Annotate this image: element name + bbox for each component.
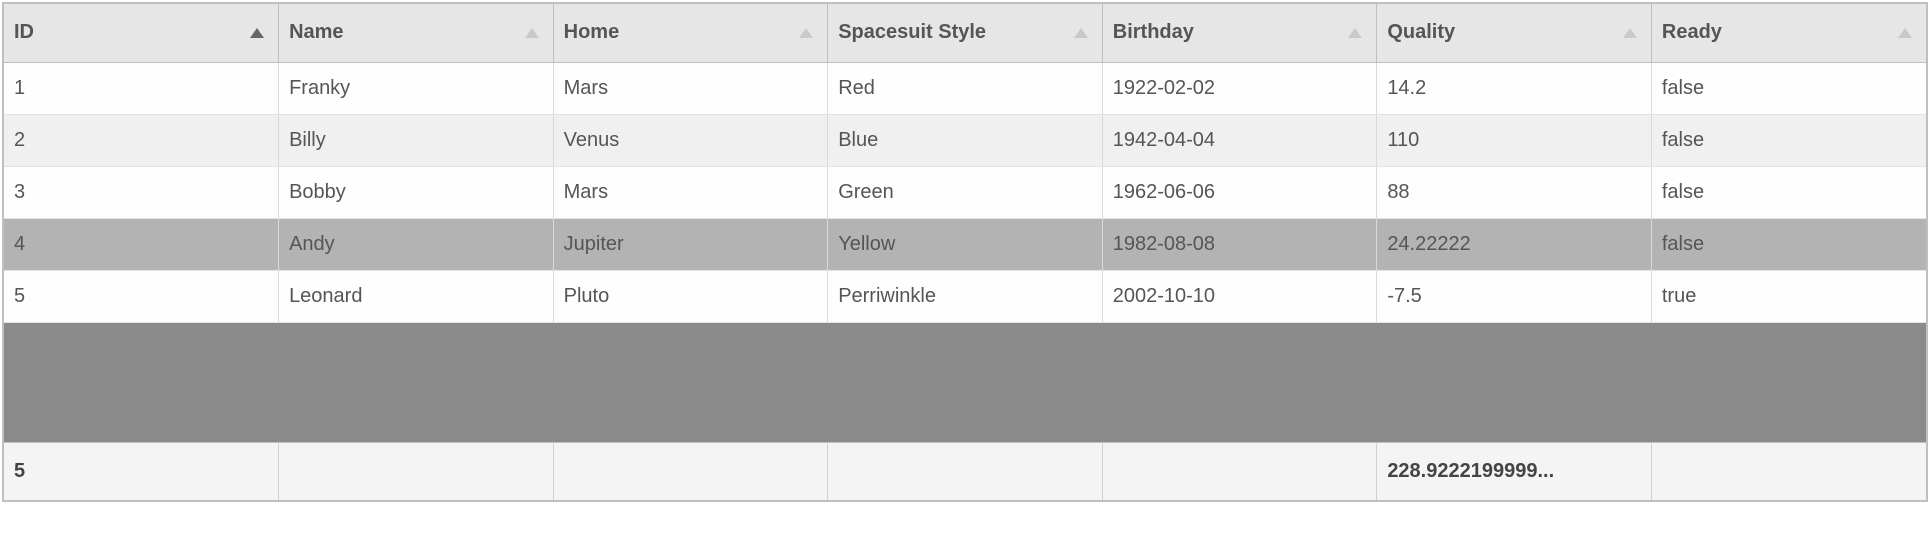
cell-birthday[interactable]: 2002-10-10 xyxy=(1102,270,1377,322)
column-header-home[interactable]: Home xyxy=(553,4,828,62)
column-header-quality[interactable]: Quality xyxy=(1377,4,1652,62)
cell-spacesuit[interactable]: Yellow xyxy=(828,218,1103,270)
footer-blank xyxy=(828,442,1103,500)
sort-asc-icon xyxy=(1898,28,1912,38)
cell-spacesuit[interactable]: Perriwinkle xyxy=(828,270,1103,322)
cell-quality[interactable]: 88 xyxy=(1377,166,1652,218)
cell-home[interactable]: Venus xyxy=(553,114,828,166)
cell-home[interactable]: Mars xyxy=(553,166,828,218)
cell-ready[interactable]: false xyxy=(1651,62,1926,114)
cell-home[interactable]: Pluto xyxy=(553,270,828,322)
cell-ready[interactable]: false xyxy=(1651,218,1926,270)
cell-quality[interactable]: -7.5 xyxy=(1377,270,1652,322)
cell-name[interactable]: Bobby xyxy=(279,166,554,218)
cell-spacesuit[interactable]: Green xyxy=(828,166,1103,218)
cell-birthday[interactable]: 1922-02-02 xyxy=(1102,62,1377,114)
footer-count: 5 xyxy=(4,442,279,500)
cell-ready[interactable]: true xyxy=(1651,270,1926,322)
footer-row: 5 228.9222199999... xyxy=(4,442,1926,500)
column-header-ready[interactable]: Ready xyxy=(1651,4,1926,62)
footer-blank xyxy=(1651,442,1926,500)
empty-area xyxy=(4,322,1926,442)
cell-birthday[interactable]: 1942-04-04 xyxy=(1102,114,1377,166)
sort-asc-icon xyxy=(250,28,264,38)
header-row: ID Name Home xyxy=(4,4,1926,62)
cell-id[interactable]: 5 xyxy=(4,270,279,322)
column-label: Spacesuit Style xyxy=(838,21,986,43)
footer-sum-quality: 228.9222199999... xyxy=(1377,442,1652,500)
cell-ready[interactable]: false xyxy=(1651,114,1926,166)
cell-birthday[interactable]: 1982-08-08 xyxy=(1102,218,1377,270)
footer-blank xyxy=(1102,442,1377,500)
cell-name[interactable]: Franky xyxy=(279,62,554,114)
column-header-id[interactable]: ID xyxy=(4,4,279,62)
table-row[interactable]: 1 Franky Mars Red 1922-02-02 14.2 false xyxy=(4,62,1926,114)
cell-quality[interactable]: 24.22222 xyxy=(1377,218,1652,270)
cell-name[interactable]: Billy xyxy=(279,114,554,166)
column-header-spacesuit-style[interactable]: Spacesuit Style xyxy=(828,4,1103,62)
table-row[interactable]: 5 Leonard Pluto Perriwinkle 2002-10-10 -… xyxy=(4,270,1926,322)
cell-birthday[interactable]: 1962-06-06 xyxy=(1102,166,1377,218)
column-label: Name xyxy=(289,21,343,43)
sort-asc-icon xyxy=(799,28,813,38)
column-label: Birthday xyxy=(1113,21,1194,43)
cell-id[interactable]: 2 xyxy=(4,114,279,166)
sort-asc-icon xyxy=(525,28,539,38)
table-row[interactable]: 3 Bobby Mars Green 1962-06-06 88 false xyxy=(4,166,1926,218)
cell-spacesuit[interactable]: Red xyxy=(828,62,1103,114)
cell-quality[interactable]: 14.2 xyxy=(1377,62,1652,114)
table-row-selected[interactable]: 4 Andy Jupiter Yellow 1982-08-08 24.2222… xyxy=(4,218,1926,270)
cell-spacesuit[interactable]: Blue xyxy=(828,114,1103,166)
footer-blank xyxy=(279,442,554,500)
cell-home[interactable]: Mars xyxy=(553,62,828,114)
table-row[interactable]: 2 Billy Venus Blue 1942-04-04 110 false xyxy=(4,114,1926,166)
column-label: Ready xyxy=(1662,21,1722,43)
sort-asc-icon xyxy=(1074,28,1088,38)
cell-id[interactable]: 4 xyxy=(4,218,279,270)
footer-blank xyxy=(553,442,828,500)
cell-id[interactable]: 1 xyxy=(4,62,279,114)
column-label: Quality xyxy=(1387,21,1455,43)
column-header-name[interactable]: Name xyxy=(279,4,554,62)
data-grid: ID Name Home xyxy=(2,2,1928,502)
cell-id[interactable]: 3 xyxy=(4,166,279,218)
column-label: ID xyxy=(14,21,34,43)
cell-ready[interactable]: false xyxy=(1651,166,1926,218)
sort-asc-icon xyxy=(1348,28,1362,38)
cell-home[interactable]: Jupiter xyxy=(553,218,828,270)
cell-quality[interactable]: 110 xyxy=(1377,114,1652,166)
column-header-birthday[interactable]: Birthday xyxy=(1102,4,1377,62)
column-label: Home xyxy=(564,21,620,43)
sort-asc-icon xyxy=(1623,28,1637,38)
cell-name[interactable]: Leonard xyxy=(279,270,554,322)
cell-name[interactable]: Andy xyxy=(279,218,554,270)
